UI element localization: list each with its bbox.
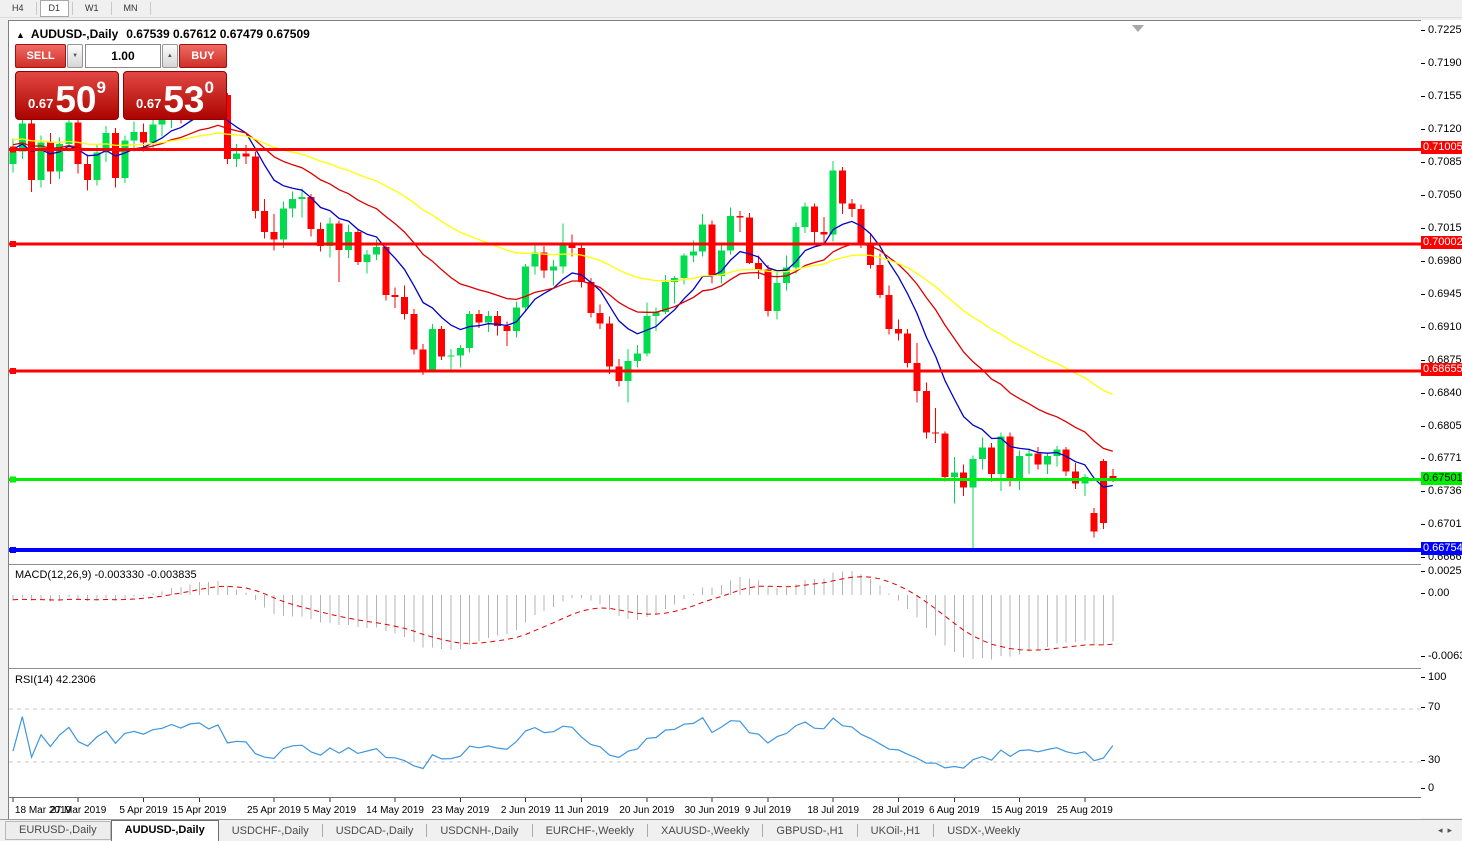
axis-tick-label: 0.00 xyxy=(1421,587,1449,600)
axis-tick-label: 0.68400 xyxy=(1421,387,1462,400)
trade-controls-row: SELL ▼ ▲ BUY xyxy=(15,44,227,68)
x-axis-label: 5 Apr 2019 xyxy=(119,805,168,816)
hline-handle[interactable] xyxy=(10,241,16,247)
axis-tick-label: 0.67010 xyxy=(1421,518,1462,531)
tab-usdcad-daily[interactable]: USDCAD-,Daily xyxy=(323,822,427,841)
tab-usdchf-daily[interactable]: USDCHF-,Daily xyxy=(219,822,322,841)
price-level-badge: 0.71005 xyxy=(1421,141,1462,154)
sell-price-pip: 9 xyxy=(97,78,106,98)
chart-ohlc-values: 0.67539 0.67612 0.67479 0.67509 xyxy=(126,27,310,41)
axis-tick-label: 0.72250 xyxy=(1421,24,1462,37)
axis-tick-label: 0.69100 xyxy=(1421,321,1462,334)
x-axis-label: 2 Jun 2019 xyxy=(501,805,551,816)
x-axis-label: 25 Apr 2019 xyxy=(247,805,301,816)
x-axis-label: 11 Jun 2019 xyxy=(554,805,609,816)
axis-tick-label: 0.002574 xyxy=(1421,565,1462,578)
tab-gbpusd-h1[interactable]: GBPUSD-,H1 xyxy=(763,822,856,841)
axis-tick-label: 0.71550 xyxy=(1421,90,1462,103)
axis-tick-label: 0.70150 xyxy=(1421,222,1462,235)
timeframe-button-w1[interactable]: W1 xyxy=(76,0,108,17)
buy-price-panel[interactable]: 0.67 53 0 xyxy=(123,71,227,120)
chart-tab-bar: EURUSD-,DailyAUDUSD-,DailyUSDCHF-,DailyU… xyxy=(0,819,1462,841)
x-axis-label: 30 Jun 2019 xyxy=(684,805,739,816)
x-axis-label: 5 May 2019 xyxy=(304,805,357,816)
tab-ukoil-h1[interactable]: UKOil-,H1 xyxy=(858,822,934,841)
hline-handle[interactable] xyxy=(10,146,16,152)
axis-tick-label: 0.70500 xyxy=(1421,189,1462,202)
collapse-trade-panel-icon[interactable]: ▲ xyxy=(16,30,25,40)
price-level-badge: 0.67501 xyxy=(1421,472,1462,485)
volume-input[interactable] xyxy=(85,44,161,68)
chart-title: ▲ AUDUSD-,Daily 0.67539 0.67612 0.67479 0.… xyxy=(16,27,310,41)
timeframe-toolbar: H4 D1 W1 MN xyxy=(0,0,1462,18)
axis-tick-label: 0.71900 xyxy=(1421,57,1462,70)
rsi-indicator-label: RSI(14) 42.2306 xyxy=(15,674,96,686)
buy-price-pip: 0 xyxy=(205,78,214,98)
tab-xauusd-weekly[interactable]: XAUUSD-,Weekly xyxy=(648,822,762,841)
x-axis-label: 28 Jul 2019 xyxy=(873,805,925,816)
sell-price-prefix: 0.67 xyxy=(28,96,53,111)
buy-price-prefix: 0.67 xyxy=(136,96,161,111)
timeframe-button-h4[interactable]: H4 xyxy=(3,0,33,17)
sell-price-big: 50 xyxy=(55,84,96,115)
x-axis-label: 27 Mar 2019 xyxy=(50,805,107,816)
buy-button[interactable]: BUY xyxy=(179,44,227,68)
price-chart[interactable]: 18 Mar 201927 Mar 20195 Apr 201915 Apr 2… xyxy=(9,21,1421,819)
axis-tick-label: 70 xyxy=(1421,701,1440,714)
volume-dropdown-button[interactable]: ▼ xyxy=(67,44,83,68)
hline-handle[interactable] xyxy=(10,477,16,483)
volume-up-button[interactable]: ▲ xyxy=(162,44,178,68)
chart-window[interactable]: 18 Mar 201927 Mar 20195 Apr 201915 Apr 2… xyxy=(8,20,1421,819)
axis-tick-label: 0.71200 xyxy=(1421,123,1462,136)
x-axis-label: 15 Apr 2019 xyxy=(172,805,226,816)
axis-tick-label: 100 xyxy=(1421,671,1446,684)
one-click-trading-panel: SELL ▼ ▲ BUY 0.67 50 9 0.67 53 0 xyxy=(15,44,227,120)
tab-usdx-weekly[interactable]: USDX-,Weekly xyxy=(934,822,1033,841)
x-axis-label: 18 Jul 2019 xyxy=(807,805,859,816)
axis-tick-label: 0 xyxy=(1421,782,1434,795)
x-axis-label: 20 Jun 2019 xyxy=(619,805,674,816)
tab-usdcnh-daily[interactable]: USDCNH-,Daily xyxy=(427,822,531,841)
axis-tick-label: -0.006326 xyxy=(1421,650,1462,663)
macd-indicator-label: MACD(12,26,9) -0.003330 -0.003835 xyxy=(15,569,197,581)
tab-eurusd-daily[interactable]: EURUSD-,Daily xyxy=(5,821,111,840)
sell-button[interactable]: SELL xyxy=(15,44,66,68)
hline-handle[interactable] xyxy=(10,547,16,553)
timeframe-button-mn[interactable]: MN xyxy=(115,0,147,17)
axis-tick-label: 0.67710 xyxy=(1421,452,1462,465)
trade-prices-row: 0.67 50 9 0.67 53 0 xyxy=(15,71,227,120)
toolbar-separator xyxy=(111,2,112,15)
tab-eurchf-weekly[interactable]: EURCHF-,Weekly xyxy=(533,822,647,841)
chart-symbol-label: AUDUSD-,Daily xyxy=(31,27,118,41)
x-axis-label: 6 Aug 2019 xyxy=(929,805,980,816)
tab-audusd-daily[interactable]: AUDUSD-,Daily xyxy=(111,820,219,841)
toolbar-separator xyxy=(36,2,37,15)
x-axis-label: 23 May 2019 xyxy=(431,805,489,816)
price-level-badge: 0.70002 xyxy=(1421,236,1462,249)
timeframe-button-d1[interactable]: D1 xyxy=(40,0,70,17)
hline-handle[interactable] xyxy=(10,368,16,374)
price-level-badge: 0.68655 xyxy=(1421,363,1462,376)
price-axis: 0.72250 0.71900 0.71550 0.71200 0.70850 0.705… xyxy=(1421,20,1462,818)
price-level-badge: 0.66754 xyxy=(1421,542,1462,555)
tab-scroll-arrows[interactable]: ◂▸ xyxy=(1438,825,1457,836)
x-axis-label: 14 May 2019 xyxy=(366,805,424,816)
axis-tick-label: 0.69450 xyxy=(1421,288,1462,301)
axis-tick-label: 0.69800 xyxy=(1421,255,1462,268)
trading-terminal: { "toolbar": { "timeframes": [ {"label":… xyxy=(0,0,1462,841)
axis-tick-label: 0.68050 xyxy=(1421,420,1462,433)
toolbar-separator xyxy=(150,2,151,15)
x-axis-label: 15 Aug 2019 xyxy=(992,805,1049,816)
axis-tick-label: 30 xyxy=(1421,754,1440,767)
x-axis-label: 25 Aug 2019 xyxy=(1057,805,1114,816)
x-axis-label: 9 Jul 2019 xyxy=(745,805,792,816)
buy-price-big: 53 xyxy=(163,84,204,115)
axis-tick-label: 0.70850 xyxy=(1421,156,1462,169)
sell-price-panel[interactable]: 0.67 50 9 xyxy=(15,71,119,120)
axis-tick-label: 0.67360 xyxy=(1421,485,1462,498)
toolbar-separator xyxy=(72,2,73,15)
tab-scroll-right-icon[interactable]: ▸ xyxy=(1447,825,1457,835)
